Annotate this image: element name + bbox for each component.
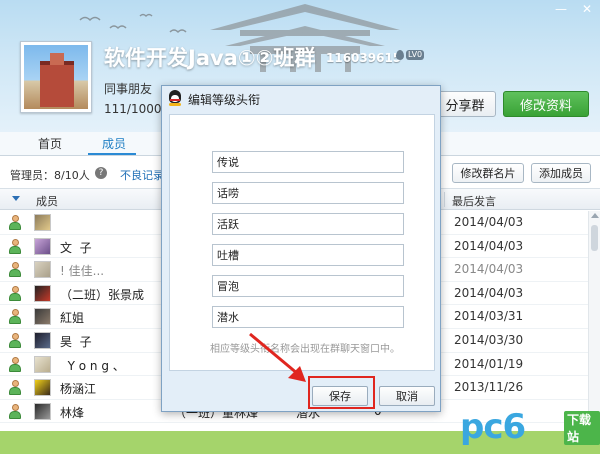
- dialog-title: 编辑等级头衔: [188, 93, 261, 107]
- member-person-icon: [9, 309, 21, 325]
- scroll-up-icon[interactable]: [591, 213, 599, 218]
- birds-decoration-icon: [79, 13, 187, 34]
- group-id: 116039615: [326, 51, 402, 65]
- member-nick: 杨涵江: [60, 382, 97, 397]
- annotation-arrow-icon: [249, 332, 306, 382]
- avatar: [34, 308, 51, 326]
- level-title-input[interactable]: 潜水: [212, 306, 404, 328]
- water-drop-icon: [396, 50, 404, 60]
- last-speak-date: 2014/04/03: [454, 262, 524, 277]
- avatar: [34, 284, 51, 302]
- member-nick: 文 子: [60, 240, 92, 255]
- group-level-badge: LV0: [396, 50, 425, 60]
- last-speak-date: 2014/01/19: [454, 356, 524, 371]
- level-title-input[interactable]: 传说: [212, 151, 404, 173]
- bad-record-link[interactable]: 不良记录: [120, 167, 164, 183]
- sort-down-icon[interactable]: [12, 196, 20, 201]
- member-count: 111/1000: [104, 102, 162, 116]
- admin-count: 管理员：8/10人: [10, 169, 90, 182]
- member-person-icon: [9, 285, 21, 301]
- level-label: LV0: [406, 50, 425, 60]
- group-avatar[interactable]: [20, 41, 92, 113]
- avatar: [34, 379, 51, 397]
- cancel-button[interactable]: 取消: [379, 386, 435, 406]
- member-person-icon: [9, 403, 21, 419]
- level-title-input[interactable]: 吐槽: [212, 244, 404, 266]
- member-nick: Y o n g 、: [60, 358, 125, 373]
- tab-home[interactable]: 首页: [38, 135, 62, 152]
- logo-badge: 下载站: [564, 411, 600, 445]
- last-speak-date: 2014/03/30: [454, 332, 524, 347]
- edit-card-button[interactable]: 修改群名片: [452, 163, 524, 183]
- qq-penguin-icon: [168, 90, 182, 106]
- member-list-scrollbar[interactable]: [588, 211, 600, 436]
- last-speak-date: 2014/04/03: [454, 238, 524, 253]
- avatar: [34, 261, 51, 279]
- group-title: 软件开发Java①②班群: [104, 46, 316, 70]
- member-nick: ! 佳佳...: [60, 264, 105, 279]
- member-person-icon: [9, 238, 21, 254]
- avatar: [34, 355, 51, 373]
- member-person-icon: [9, 356, 21, 372]
- avatar: [34, 237, 51, 255]
- group-category: 同事朋友: [104, 82, 153, 96]
- last-speak-date: 2014/04/03: [454, 215, 524, 229]
- scroll-thumb[interactable]: [591, 225, 598, 251]
- tab-members[interactable]: 成员: [102, 135, 126, 152]
- level-title-input[interactable]: 活跃: [212, 213, 404, 235]
- site-logo: pc6 下载站: [460, 405, 600, 447]
- avatar: [34, 331, 51, 349]
- level-title-input[interactable]: 冒泡: [212, 275, 404, 297]
- dialog-title-bar[interactable]: 编辑等级头衔: [162, 86, 440, 110]
- active-tab-indicator: [88, 153, 136, 155]
- share-group-button[interactable]: 分享群: [434, 91, 496, 117]
- avatar: [34, 214, 51, 231]
- minimize-icon[interactable]: —: [554, 2, 568, 16]
- member-nick: 昊 子: [60, 334, 92, 349]
- help-icon[interactable]: ?: [95, 167, 107, 179]
- logo-text: pc6: [460, 407, 526, 447]
- member-nick: 紅姐: [60, 311, 85, 326]
- add-member-button[interactable]: 添加成员: [531, 163, 591, 183]
- member-person-icon: [9, 380, 21, 396]
- close-icon[interactable]: ✕: [580, 2, 594, 16]
- member-person-icon: [9, 262, 21, 278]
- last-speak-date: 2014/04/03: [454, 285, 524, 300]
- level-title-input[interactable]: 话唠: [212, 182, 404, 204]
- member-nick: （二班）张景成: [60, 287, 145, 302]
- last-speak-date: 2013/11/26: [454, 380, 524, 395]
- member-person-icon: [9, 215, 21, 230]
- column-divider: [444, 192, 445, 207]
- save-highlight-box: [308, 376, 375, 409]
- last-speak-date: 2014/03/31: [454, 309, 524, 324]
- member-person-icon: [9, 332, 21, 348]
- window-controls: — ✕: [554, 2, 594, 16]
- edit-info-button[interactable]: 修改资料: [503, 91, 589, 117]
- member-nick: 林烽: [60, 405, 85, 420]
- group-avatar-image: [24, 45, 88, 109]
- column-member[interactable]: 成员: [36, 193, 58, 209]
- column-last-speak[interactable]: 最后发言: [452, 193, 496, 209]
- avatar: [34, 402, 51, 420]
